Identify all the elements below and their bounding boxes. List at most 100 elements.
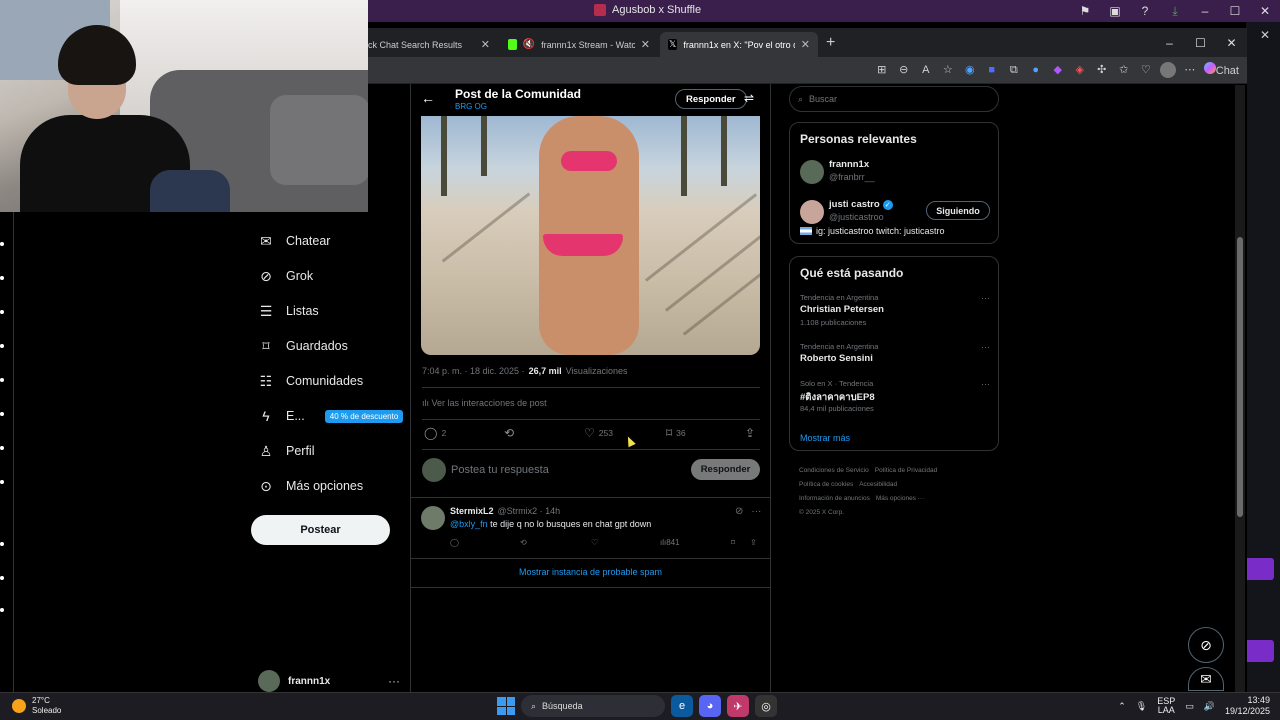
taskbar-search[interactable]: ⌕ Búsqueda xyxy=(521,695,665,717)
extension-icon[interactable]: ■ xyxy=(984,62,1000,78)
nav-item-listas[interactable]: ☰ Listas xyxy=(258,301,319,321)
maximize-icon[interactable]: ☐ xyxy=(1220,4,1250,18)
tab-chat-search[interactable]: ck Chat Search Results ✕ xyxy=(360,32,498,57)
favorite-star-icon[interactable]: ☆ xyxy=(940,62,956,78)
reply-input[interactable]: Postea tu respuesta xyxy=(451,464,549,476)
maximize-icon[interactable]: ☐ xyxy=(1185,36,1216,50)
app-icon[interactable]: ◎ xyxy=(755,695,777,717)
shield-icon[interactable]: ◈ xyxy=(1072,62,1088,78)
scrollbar-thumb[interactable] xyxy=(1237,237,1243,517)
person-justi-castro[interactable]: justi castro ✓ @justicastroo Siguiendo xyxy=(800,198,990,224)
close-tab-icon[interactable]: ✕ xyxy=(481,38,490,51)
clock[interactable]: 13:49 19/12/2025 xyxy=(1225,695,1270,717)
nav-item-grok[interactable]: ⊘ Grok xyxy=(258,266,313,286)
person-frannn1x[interactable]: frannn1x @franbrr__ xyxy=(800,158,990,184)
like-action[interactable]: ♡ 253 xyxy=(584,426,613,440)
post-time[interactable]: 7:04 p. m. · 18 dic. 2025 · xyxy=(422,366,525,376)
bookmark-action[interactable]: ⌑ 36 xyxy=(666,426,686,440)
grok-float-button[interactable]: ⊘ xyxy=(1188,627,1224,663)
close-tab-icon[interactable]: ✕ xyxy=(641,38,650,51)
nav-item-mas-opciones[interactable]: ⊙ Más opciones xyxy=(258,476,363,496)
grok-icon[interactable]: ⊘ xyxy=(735,506,743,517)
network-icon[interactable]: ▭ xyxy=(1185,701,1194,712)
more-dots-icon[interactable]: ··· xyxy=(981,342,990,352)
footer-link[interactable]: Condiciones de Servicio xyxy=(799,467,869,474)
tab-x-post[interactable]: 𝕏 frannn1x en X: "Pov el otro down ✕ xyxy=(660,32,818,57)
footer-link[interactable]: Accesibilidad xyxy=(859,481,897,488)
zoom-icon[interactable]: ⊖ xyxy=(896,62,912,78)
edge-icon[interactable]: e xyxy=(671,695,693,717)
nav-item-perfil[interactable]: ♙ Perfil xyxy=(258,441,315,461)
close-icon[interactable]: ✕ xyxy=(1250,4,1280,18)
help-icon[interactable]: ? xyxy=(1130,4,1160,18)
audio-icon[interactable]: ◉ xyxy=(962,62,978,78)
footer-link[interactable]: Más opciones ··· xyxy=(876,495,924,502)
view-interactions-link[interactable]: ılı Ver las interacciones de post xyxy=(422,398,547,408)
microphone-icon[interactable]: 🎙 xyxy=(1136,701,1147,712)
purple-tab[interactable] xyxy=(1244,640,1274,662)
share-action[interactable]: ⇪ xyxy=(745,426,755,440)
chevron-up-icon[interactable]: ⌃ xyxy=(1118,701,1126,712)
discord-icon[interactable]: ◕ xyxy=(699,695,721,717)
repost-icon[interactable]: ⟲ xyxy=(520,538,527,547)
post-image[interactable] xyxy=(421,116,760,355)
reply-action[interactable]: ◯ 2 xyxy=(424,426,446,440)
back-arrow-icon[interactable]: ← xyxy=(421,90,435,106)
post-button[interactable]: Postear xyxy=(251,515,390,545)
puzzle-icon[interactable]: ✣ xyxy=(1094,62,1110,78)
trend-item[interactable]: Tendencia en Argentina Christian Peterse… xyxy=(800,293,990,327)
search-input[interactable]: ⌕ Buscar xyxy=(789,86,999,112)
scrollbar[interactable] xyxy=(1235,85,1245,692)
show-spam-link[interactable]: Mostrar instancia de probable spam xyxy=(411,567,770,577)
favorites-icon[interactable]: ✩ xyxy=(1116,62,1132,78)
heart-icon[interactable]: ♡ xyxy=(1138,62,1154,78)
new-tab-icon[interactable]: + xyxy=(826,34,835,52)
screenshot-icon[interactable]: ⧉ xyxy=(1006,62,1022,78)
weather-widget[interactable]: 27°C Soleado xyxy=(12,696,61,716)
close-icon[interactable]: ✕ xyxy=(1216,36,1247,50)
more-dots-icon[interactable]: ··· xyxy=(981,379,990,389)
mute-icon[interactable]: 🔇 xyxy=(523,39,535,50)
close-tab-icon[interactable]: ✕ xyxy=(801,38,810,51)
read-aloud-icon[interactable]: A xyxy=(918,62,934,78)
more-dots-icon[interactable]: ··· xyxy=(751,506,761,517)
minimize-icon[interactable]: – xyxy=(1190,4,1220,18)
shuffle-app-icon[interactable]: ✈ xyxy=(727,695,749,717)
mention-link[interactable]: @bxly_fn xyxy=(450,519,488,529)
nav-item-chatear[interactable]: ✉ Chatear xyxy=(258,231,330,251)
share-icon[interactable]: ⇪ xyxy=(750,538,757,547)
account-switcher[interactable]: frannn1x ··· xyxy=(258,670,400,692)
profile-icon[interactable] xyxy=(1159,62,1176,78)
tab-stream[interactable]: 🔇 frannn1x Stream - Watch Live ✕ xyxy=(500,32,658,57)
messenger-icon[interactable]: ● xyxy=(1028,62,1044,78)
flag-icon[interactable]: ⚑ xyxy=(1070,4,1100,18)
nav-item-comunidades[interactable]: ☷ Comunidades xyxy=(258,371,363,391)
show-more-link[interactable]: Mostrar más xyxy=(800,433,850,443)
settings-sliders-icon[interactable]: ⇌ xyxy=(744,91,754,105)
header-reply-button[interactable]: Responder xyxy=(675,89,747,109)
close-icon[interactable]: ✕ xyxy=(1260,28,1270,42)
bookmark-icon[interactable]: ⌑ xyxy=(731,538,735,547)
reply-icon[interactable]: ◯ xyxy=(450,538,459,547)
extension-icon[interactable]: ◆ xyxy=(1050,62,1066,78)
purple-tab[interactable] xyxy=(1244,558,1274,580)
reply-button[interactable]: Responder xyxy=(691,459,760,480)
footer-link[interactable]: Política de cookies xyxy=(799,481,853,488)
windows-start-icon[interactable] xyxy=(497,697,515,715)
footer-link[interactable]: Información de anuncios xyxy=(799,495,870,502)
following-button[interactable]: Siguiendo xyxy=(926,201,990,220)
nav-item-guardados[interactable]: ⌑ Guardados xyxy=(258,336,347,356)
minimize-icon[interactable]: – xyxy=(1154,36,1185,50)
views-icon[interactable]: ılı 841 xyxy=(660,538,680,547)
menu-icon[interactable]: ⋯ xyxy=(1182,62,1198,78)
volume-icon[interactable]: 🔊 xyxy=(1204,701,1215,712)
nav-item-premium[interactable]: ϟ E... 40 % de descuento xyxy=(258,406,404,426)
trend-item[interactable]: Tendencia en Argentina Roberto Sensini ·… xyxy=(800,342,990,376)
more-dots-icon[interactable]: ··· xyxy=(388,674,400,688)
avatar[interactable] xyxy=(421,506,445,530)
reply-tweet[interactable]: StermixL2 @Strmix2 · 14h @bxly_fn te dij… xyxy=(411,498,770,560)
community-name[interactable]: BRG OG xyxy=(455,102,487,111)
more-dots-icon[interactable]: ··· xyxy=(981,293,990,303)
reply-author-name[interactable]: StermixL2 xyxy=(450,506,494,516)
reader-icon[interactable]: ⊞ xyxy=(874,62,890,78)
